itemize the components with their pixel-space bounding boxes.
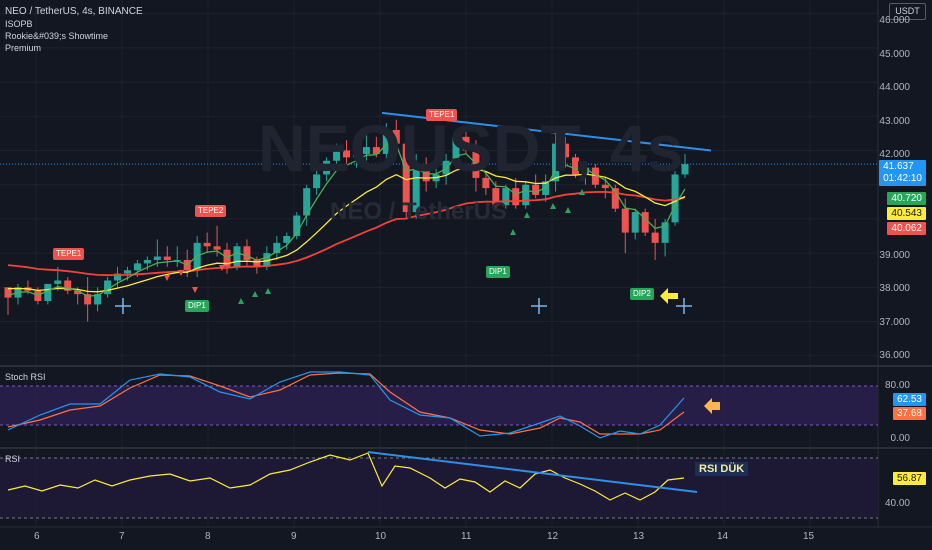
symbol-title[interactable]: NEO / TetherUS, 4s, BINANCE — [5, 6, 143, 18]
rsi-tick: 40.00 — [884, 498, 910, 509]
price-tick: 38.000 — [879, 283, 910, 294]
rsi-value-tag: 56.87 — [892, 472, 926, 485]
time-tick: 14 — [717, 531, 729, 542]
candle-body — [532, 184, 540, 195]
time-tick: 6 — [34, 531, 40, 542]
signal-triangle-up — [565, 207, 571, 213]
candle-body — [213, 246, 221, 250]
candle-body — [153, 256, 161, 260]
stoch-rsi-title[interactable]: Stoch RSI — [5, 372, 46, 382]
ma-fast-tag: 40.720 — [887, 192, 926, 205]
time-tick: 12 — [547, 531, 559, 542]
indicator-isopb[interactable]: ISOPB — [5, 18, 143, 30]
stoch-band — [0, 386, 878, 425]
signal-triangle-down — [164, 275, 170, 281]
signal-triangle-up — [510, 229, 516, 235]
signal-triangle-down — [192, 287, 198, 293]
price-tick: 39.000 — [879, 250, 910, 261]
signal-tepe1-right: TEPE1 — [426, 109, 458, 121]
candle-body — [163, 256, 171, 260]
stoch-d-tag: 37.68 — [892, 407, 926, 420]
candle-body — [54, 280, 62, 284]
candle-body — [621, 208, 629, 233]
price-tick: 36.000 — [879, 350, 910, 361]
stoch-tick: 80.00 — [884, 380, 910, 391]
symbol-watermark-sub: NEO / TetherUS — [330, 198, 507, 225]
chart-canvas[interactable] — [0, 0, 932, 550]
price-tick: 37.000 — [879, 317, 910, 328]
countdown-timer: 01:42:10 — [883, 173, 922, 184]
price-tick: 42.000 — [879, 149, 910, 160]
price-tick: 43.000 — [879, 116, 910, 127]
time-tick: 7 — [119, 531, 125, 542]
indicator-rookies-showtime[interactable]: Rookie&#039;s Showtime — [5, 30, 143, 42]
candle-body — [133, 263, 141, 271]
time-tick: 10 — [375, 531, 387, 542]
chart-legend: NEO / TetherUS, 4s, BINANCE ISOPB Rookie… — [5, 6, 143, 54]
indicator-premium[interactable]: Premium — [5, 42, 143, 54]
signal-dip1-left: DIP1 — [185, 300, 209, 312]
signal-tepe2: TEPE2 — [195, 205, 227, 217]
last-price-value: 41.637 — [883, 161, 914, 172]
signal-dip2: DIP2 — [630, 288, 654, 300]
time-tick: 11 — [461, 531, 472, 542]
candle-body — [203, 242, 211, 247]
signal-triangle-up — [252, 291, 258, 297]
price-tick: 44.000 — [879, 82, 910, 93]
candle-body — [641, 212, 649, 233]
candle-body — [522, 184, 530, 206]
price-tick: 45.000 — [879, 49, 910, 60]
ma-slow-tag: 40.062 — [887, 222, 926, 235]
stoch-tick: 0.00 — [890, 433, 910, 444]
signal-triangle-up — [265, 288, 271, 294]
candle-body — [631, 212, 639, 233]
signal-triangle-up — [238, 298, 244, 304]
symbol-watermark: NEOUSDT, 4s — [258, 111, 684, 185]
time-tick: 13 — [633, 531, 645, 542]
candle-body — [233, 246, 241, 267]
last-price-tag: 41.637 01:42:10 — [879, 160, 926, 186]
candle-body — [123, 270, 131, 274]
ma-mid-tag: 40.543 — [887, 207, 926, 220]
candle-body — [512, 188, 520, 206]
ma-mid-line — [7, 166, 686, 293]
arrow-left-icon — [660, 288, 678, 304]
time-tick: 15 — [803, 531, 815, 542]
stoch-k-tag: 62.53 — [892, 393, 926, 406]
signal-triangle-up — [524, 212, 530, 218]
candle-body — [243, 246, 251, 260]
candle-body — [651, 232, 659, 243]
candle-body — [143, 259, 151, 264]
time-tick: 8 — [205, 531, 211, 542]
signal-triangle-up — [550, 203, 556, 209]
time-tick: 9 — [291, 531, 297, 542]
price-tick: 46.000 — [879, 15, 910, 26]
rsi-divergence-note: RSI DÜK — [695, 462, 749, 476]
signal-tepe1-left: TEPE1 — [53, 248, 85, 260]
rsi-title[interactable]: RSI — [5, 454, 20, 464]
signal-dip1-mid: DIP1 — [486, 266, 510, 278]
